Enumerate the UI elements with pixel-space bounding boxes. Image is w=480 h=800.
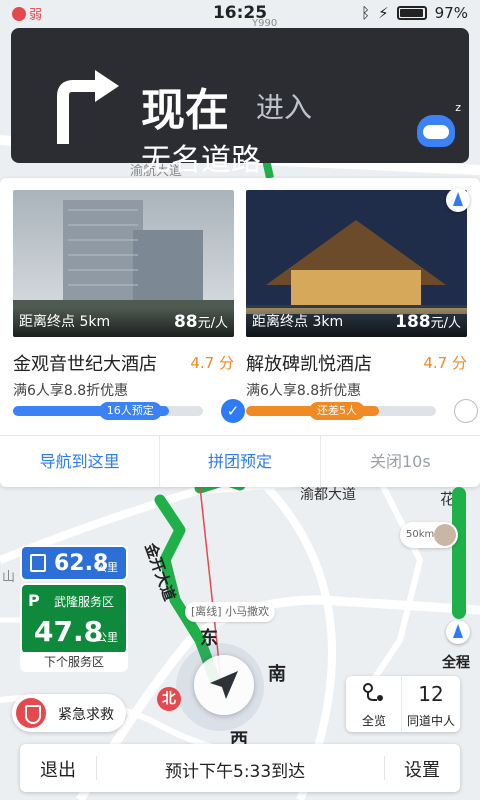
hotel-distance: 距离终点 3km — [252, 314, 344, 330]
hotel-price: 188元/人 — [395, 312, 461, 332]
compass-north-icon[interactable] — [446, 188, 470, 212]
fuel-unit: 公里 — [96, 561, 118, 574]
hotel-name: 解放碑凯悦酒店 — [246, 354, 372, 375]
map-label-road-mid: 渝都大道 — [300, 487, 356, 503]
teammates-label: 同道中人 — [406, 714, 455, 728]
bottom-bar: 退出 预计下午5:33到达 设置 — [20, 744, 460, 792]
hotel-recommendation-panel: 距离终点 5km 88元/人 金观音世纪大酒店 4.7 分 满6人享8.8折优惠… — [0, 178, 480, 487]
hotel-name: 金观音世纪大酒店 — [13, 354, 157, 375]
map-label-mountain: 山 — [2, 570, 16, 585]
divider — [96, 756, 97, 780]
service-area-distance: 47.8 — [34, 615, 104, 648]
group-progress-bar: 还差5人 — [246, 402, 436, 420]
current-position-icon — [446, 620, 470, 644]
hotel-select-checkbox[interactable] — [454, 399, 478, 423]
turn-instruction-card: 现在 进入 无名道路 z — [11, 28, 469, 178]
route-progress-rail — [452, 487, 466, 619]
hotel-price: 88元/人 — [173, 312, 228, 332]
overview-box: 全览 12 同道中人 — [346, 676, 460, 732]
group-progress-tag: 16人预定 — [98, 402, 162, 420]
turn-verb: 进入 — [256, 91, 313, 124]
turn-action: 现在 — [141, 85, 229, 136]
bluetooth-icon: ᛒ — [361, 4, 371, 22]
hotel-card[interactable]: 距离终点 5km 88元/人 金观音世纪大酒店 4.7 分 满6人享8.8折优惠… — [13, 190, 245, 423]
hotel-panel-actions: 导航到这里 拼团预定 关闭10s — [0, 435, 480, 487]
fuel-station-sign: 62.8 公里 — [20, 545, 128, 581]
emergency-label: 紧急求救 — [58, 707, 114, 723]
turn-road-name: 无名道路 — [141, 143, 261, 178]
compass-east-label: 东 — [200, 628, 218, 649]
hotel-select-checkbox[interactable]: ✓ — [221, 399, 245, 423]
fuel-pump-icon — [30, 554, 46, 572]
status-bar: 弱 16:25 ᛒ ⚡ 97% — [0, 0, 480, 28]
navigate-here-button[interactable]: 导航到这里 — [0, 436, 161, 487]
navigation-arrow-icon — [210, 671, 238, 699]
vehicle-position-marker — [194, 655, 254, 715]
eta-text: 预计下午5:33到达 — [165, 762, 306, 782]
settings-button[interactable]: 设置 — [404, 756, 440, 782]
teammates-count: 12 — [418, 682, 444, 706]
teammate-chip[interactable]: 50km — [400, 522, 458, 548]
hotel-photo: 距离终点 3km 188元/人 — [246, 190, 467, 337]
close-panel-button[interactable]: 关闭10s — [321, 436, 480, 487]
parking-icon: P — [28, 591, 40, 610]
compass-north-label: 北 — [157, 687, 181, 711]
voice-assistant-icon[interactable]: z — [417, 101, 461, 147]
group-book-button[interactable]: 拼团预定 — [160, 436, 321, 487]
turn-right-icon — [57, 70, 119, 144]
teammates-button[interactable]: 12 同道中人 — [402, 676, 460, 732]
overview-button[interactable]: 全览 — [346, 676, 402, 732]
hotel-deal: 满6人享8.8折优惠 — [246, 383, 362, 399]
hotel-deal: 满6人享8.8折优惠 — [13, 383, 129, 399]
hotel-score: 4.7 分 — [423, 354, 467, 372]
group-progress-tag: 还差5人 — [309, 402, 365, 420]
route-overview-icon — [363, 683, 383, 701]
divider — [384, 756, 385, 780]
group-progress-bar: 16人预定 — [13, 402, 203, 420]
battery-icon — [396, 6, 427, 20]
avatar — [434, 524, 456, 546]
battery-percent: 97% — [434, 4, 468, 22]
hotel-photo: 距离终点 5km 88元/人 — [13, 190, 234, 337]
service-area-sign: P 武隆服务区 47.8 公里 — [20, 583, 128, 655]
hotel-card[interactable]: 距离终点 3km 188元/人 解放碑凯悦酒店 4.7 分 满6人享8.8折优惠… — [246, 190, 478, 423]
shield-icon — [16, 698, 46, 728]
hotel-distance: 距离终点 5km — [19, 314, 111, 330]
overview-label: 全览 — [361, 714, 386, 728]
hotel-score: 4.7 分 — [190, 354, 234, 372]
exit-button[interactable]: 退出 — [40, 756, 76, 782]
offline-map-tag: [离线] 小马撒欢 — [185, 602, 276, 622]
charging-icon: ⚡ — [378, 4, 389, 22]
full-route-label[interactable]: 全程 — [442, 652, 470, 672]
service-area-unit: 公里 — [96, 631, 118, 644]
emergency-sos-button[interactable]: 紧急求救 — [12, 694, 126, 732]
compass-south-label: 南 — [268, 664, 286, 685]
service-area-name: 武隆服务区 — [54, 595, 115, 609]
service-area-caption: 下个服务区 — [20, 652, 128, 672]
